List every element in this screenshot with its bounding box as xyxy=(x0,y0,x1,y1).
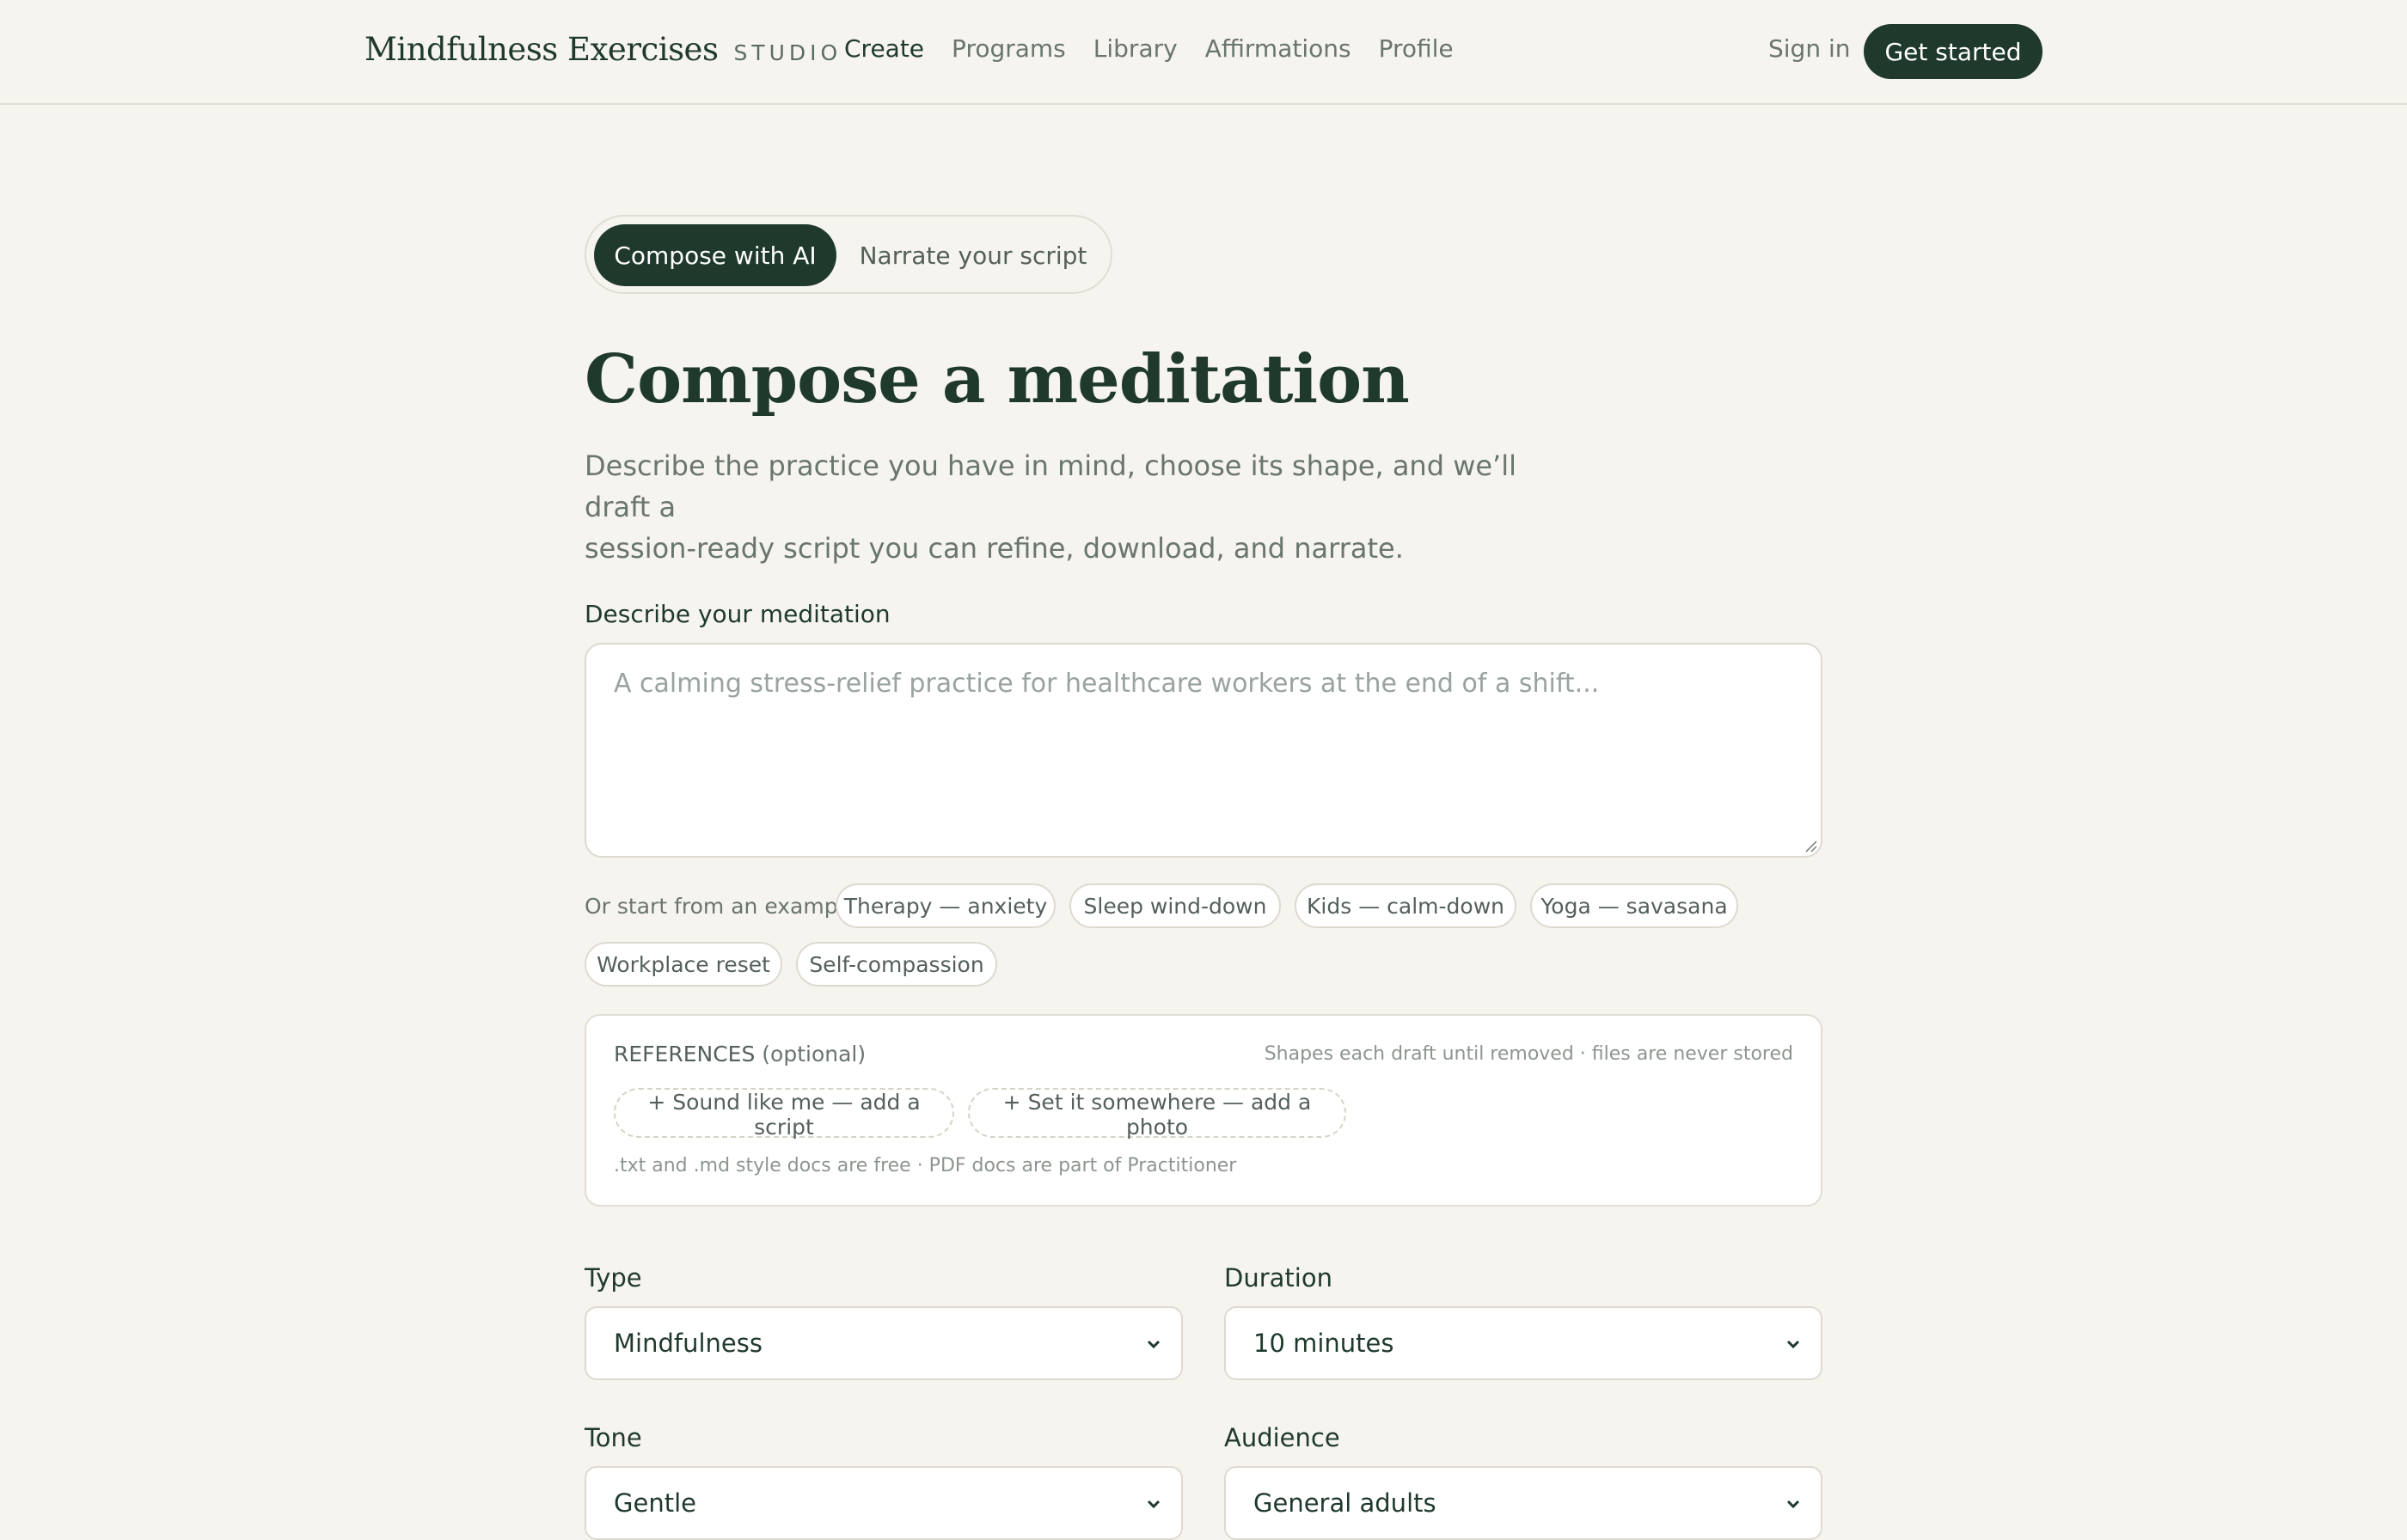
get-started-button[interactable]: Get started xyxy=(1864,24,2043,79)
brand-suffix: STUDIO xyxy=(733,40,842,65)
subtitle-line-1: Describe the practice you have in mind, … xyxy=(585,449,1516,523)
description-textarea[interactable] xyxy=(586,645,1821,856)
chevron-down-icon xyxy=(1147,1340,1161,1349)
mode-toggle: Compose with AI Narrate your script xyxy=(585,215,1112,294)
examples-label: Or start from an example: xyxy=(585,894,865,919)
audience-select[interactable]: General adults xyxy=(1224,1466,1822,1540)
references-note: Shapes each draft until removed · files … xyxy=(1264,1043,1793,1065)
example-chip-kids-calm-down[interactable]: Kids — calm-down xyxy=(1295,883,1516,928)
tab-narrate-your-script[interactable]: Narrate your script xyxy=(844,224,1102,286)
nav-item-affirmations[interactable]: Affirmations xyxy=(1205,34,1351,63)
description-field xyxy=(585,643,1822,858)
chevron-down-icon xyxy=(1786,1340,1800,1349)
add-script-button[interactable]: + Sound like me — add a script xyxy=(614,1088,954,1140)
references-panel: REFERENCES (optional) Shapes each draft … xyxy=(585,1014,1822,1207)
nav-item-profile[interactable]: Profile xyxy=(1379,34,1454,63)
sign-in-link[interactable]: Sign in xyxy=(1768,34,1851,63)
page-subtitle: Describe the practice you have in mind, … xyxy=(585,445,1547,569)
description-label: Describe your meditation xyxy=(585,600,891,628)
references-footnote: .txt and .md style docs are free · PDF d… xyxy=(614,1155,1237,1176)
example-chip-self-compassion[interactable]: Self-compassion xyxy=(796,942,997,987)
audience-value: General adults xyxy=(1253,1488,1436,1518)
tone-label: Tone xyxy=(585,1423,642,1452)
example-chip-workplace-reset[interactable]: Workplace reset xyxy=(585,942,782,987)
nav-item-programs[interactable]: Programs xyxy=(952,34,1066,63)
chevron-down-icon xyxy=(1786,1500,1800,1509)
duration-select[interactable]: 10 minutes xyxy=(1224,1306,1822,1380)
type-label: Type xyxy=(585,1263,642,1292)
brand-logo[interactable]: Mindfulness Exercises STUDIO xyxy=(364,31,842,68)
type-select[interactable]: Mindfulness xyxy=(585,1306,1183,1380)
duration-value: 10 minutes xyxy=(1253,1329,1394,1358)
page-title: Compose a meditation xyxy=(585,340,1410,419)
references-optional: (optional) xyxy=(762,1042,867,1066)
type-value: Mindfulness xyxy=(614,1329,763,1358)
nav-item-library[interactable]: Library xyxy=(1093,34,1178,63)
example-chip-yoga-savasana[interactable]: Yoga — savasana xyxy=(1530,883,1738,928)
tone-value: Gentle xyxy=(614,1488,696,1518)
example-chip-therapy-anxiety[interactable]: Therapy — anxiety xyxy=(836,883,1056,928)
duration-label: Duration xyxy=(1224,1263,1332,1292)
add-photo-button[interactable]: + Set it somewhere — add a photo xyxy=(968,1088,1346,1140)
main-nav: Create Programs Library Affirmations Pro… xyxy=(844,34,1454,63)
tone-select[interactable]: Gentle xyxy=(585,1466,1183,1540)
subtitle-line-2: session-ready script you can refine, dow… xyxy=(585,532,1404,565)
chevron-down-icon xyxy=(1147,1500,1161,1509)
top-navigation-bar: Mindfulness Exercises STUDIO Create Prog… xyxy=(0,0,2407,105)
example-chip-sleep-wind-down[interactable]: Sleep wind-down xyxy=(1069,883,1281,928)
tab-compose-with-ai[interactable]: Compose with AI xyxy=(594,224,836,286)
references-heading: REFERENCES xyxy=(614,1042,756,1066)
references-title: REFERENCES (optional) xyxy=(614,1042,866,1066)
nav-item-create[interactable]: Create xyxy=(844,34,924,63)
audience-label: Audience xyxy=(1224,1423,1340,1452)
resize-handle-icon[interactable] xyxy=(1804,839,1817,852)
brand-name: Mindfulness Exercises xyxy=(364,31,719,68)
